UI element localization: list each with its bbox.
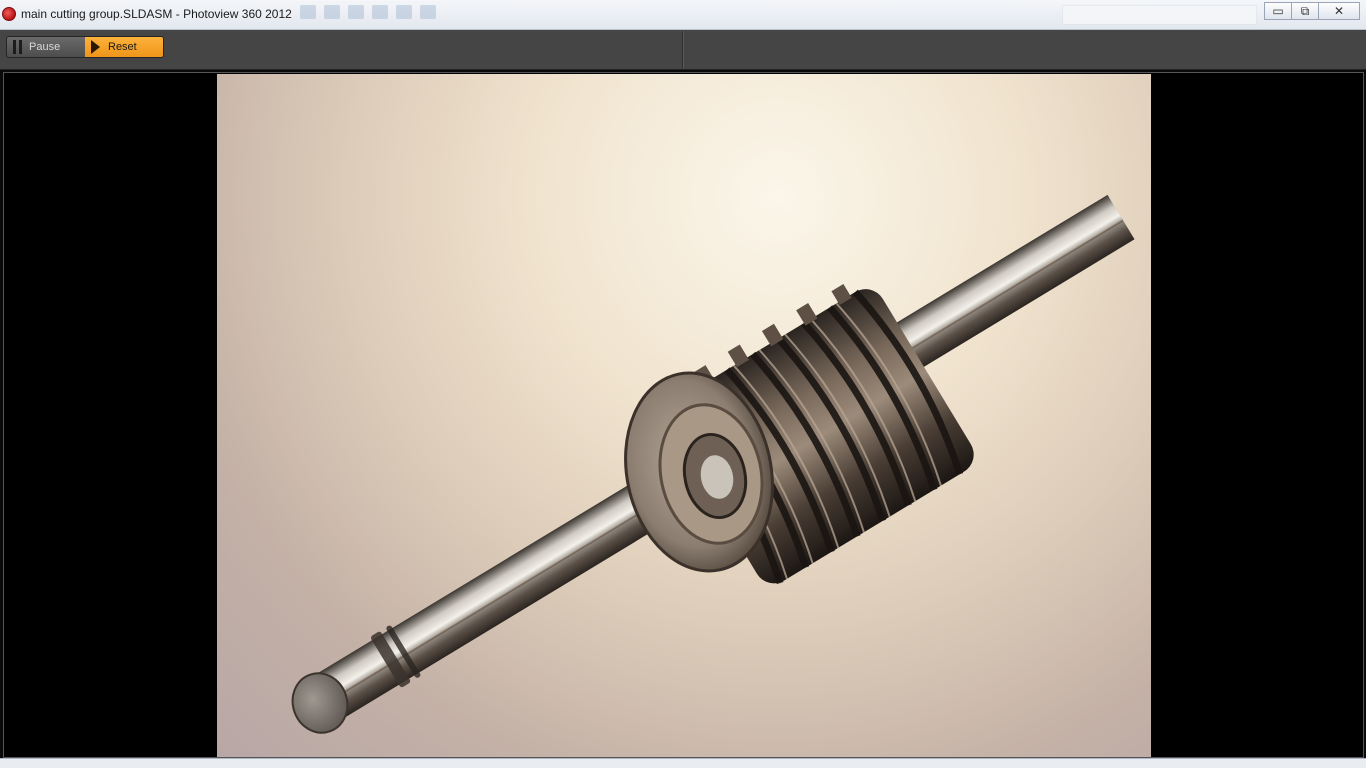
toolbar-divider (682, 31, 684, 69)
status-bar (0, 758, 1366, 768)
reset-button[interactable]: Reset (85, 37, 163, 57)
background-search-ghost (1062, 5, 1257, 25)
title-bar: main cutting group.SLDASM - Photoview 36… (0, 0, 1366, 30)
minimize-button[interactable]: ▭ (1264, 2, 1292, 20)
maximize-button[interactable]: ⧉ (1291, 2, 1319, 20)
reset-label: Reset (108, 41, 137, 53)
render-toolbar: Pause Reset (0, 30, 1366, 70)
background-toolbar-ghost (300, 5, 436, 25)
pause-icon (13, 40, 22, 54)
close-button[interactable]: ✕ (1318, 2, 1360, 20)
ghost-tool-icon (300, 5, 316, 19)
pause-button[interactable]: Pause (7, 37, 85, 57)
ghost-tool-icon (396, 5, 412, 19)
render-viewport[interactable] (3, 72, 1364, 758)
hob-cutter-render (291, 194, 1135, 734)
rendered-image[interactable] (217, 74, 1151, 757)
window-controls: ▭ ⧉ ✕ (1264, 2, 1360, 20)
ghost-tool-icon (420, 5, 436, 19)
window-title: main cutting group.SLDASM - Photoview 36… (21, 7, 292, 21)
playback-controls: Pause Reset (6, 36, 164, 58)
ghost-tool-icon (372, 5, 388, 19)
play-icon (91, 40, 100, 54)
ghost-tool-icon (348, 5, 364, 19)
photoview-app-icon[interactable] (2, 7, 16, 21)
pause-label: Pause (29, 41, 61, 53)
ghost-tool-icon (324, 5, 340, 19)
